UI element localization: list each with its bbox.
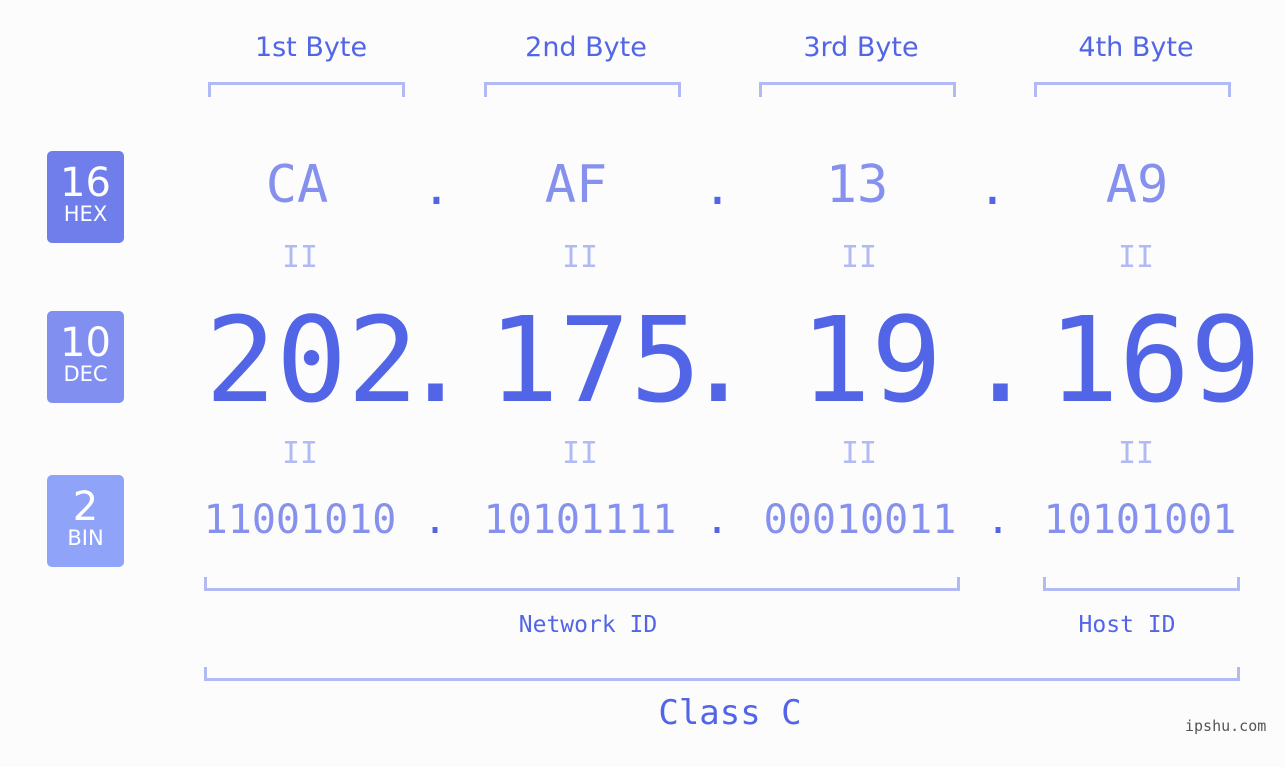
hex-badge-label: HEX <box>63 202 108 226</box>
dec-badge: 10 DEC <box>47 311 124 403</box>
byte-bracket-4 <box>1034 82 1231 97</box>
hex-separator: . <box>703 160 732 216</box>
host-id-bracket <box>1043 577 1240 591</box>
dec-separator: . <box>965 291 1037 429</box>
equals-sign: II <box>281 240 319 275</box>
dec-value-1: 202 <box>205 291 419 429</box>
bin-badge: 2 BIN <box>47 475 124 567</box>
equals-sign: II <box>561 240 599 275</box>
hex-badge: 16 HEX <box>47 151 124 243</box>
equals-sign: II <box>840 240 878 275</box>
byte-label-2: 2nd Byte <box>525 32 647 63</box>
dec-badge-number: 10 <box>60 320 111 366</box>
bin-value-1: 11001010 <box>203 497 397 543</box>
hex-value-1: CA <box>265 155 329 215</box>
dec-separator: . <box>683 291 755 429</box>
bin-value-3: 00010011 <box>763 497 957 543</box>
class-label: Class C <box>658 693 802 733</box>
bin-value-2: 10101111 <box>483 497 677 543</box>
byte-label-1: 1st Byte <box>254 32 368 63</box>
byte-bracket-3 <box>759 82 956 97</box>
equals-sign: II <box>1117 240 1155 275</box>
hex-value-4: A9 <box>1105 155 1169 215</box>
equals-sign: II <box>561 436 599 471</box>
watermark: ipshu.com <box>1185 717 1267 735</box>
byte-bracket-2 <box>484 82 681 97</box>
network-id-label: Network ID <box>518 612 658 638</box>
bin-badge-label: BIN <box>67 526 104 550</box>
bin-separator: . <box>986 497 1011 543</box>
equals-sign: II <box>281 436 319 471</box>
byte-bracket-1 <box>208 82 405 97</box>
equals-sign: II <box>1117 436 1155 471</box>
hex-separator: . <box>978 160 1007 216</box>
byte-label-4: 4th Byte <box>1078 32 1194 63</box>
hex-value-2: AF <box>544 155 608 215</box>
dec-separator: . <box>400 291 472 429</box>
network-id-bracket <box>204 577 960 591</box>
bin-value-4: 10101001 <box>1043 497 1237 543</box>
hex-separator: . <box>422 160 451 216</box>
class-bracket <box>204 667 1240 681</box>
dec-value-3: 19 <box>800 291 943 429</box>
dec-badge-label: DEC <box>63 362 108 386</box>
dec-value-4: 169 <box>1048 291 1262 429</box>
dec-value-2: 175 <box>488 291 702 429</box>
hex-badge-number: 16 <box>60 160 111 206</box>
equals-sign: II <box>840 436 878 471</box>
hex-value-3: 13 <box>825 155 889 215</box>
bin-separator: . <box>423 497 448 543</box>
bin-badge-number: 2 <box>72 484 99 530</box>
bin-separator: . <box>705 497 730 543</box>
host-id-label: Host ID <box>1078 612 1176 638</box>
byte-label-3: 3rd Byte <box>803 32 919 63</box>
